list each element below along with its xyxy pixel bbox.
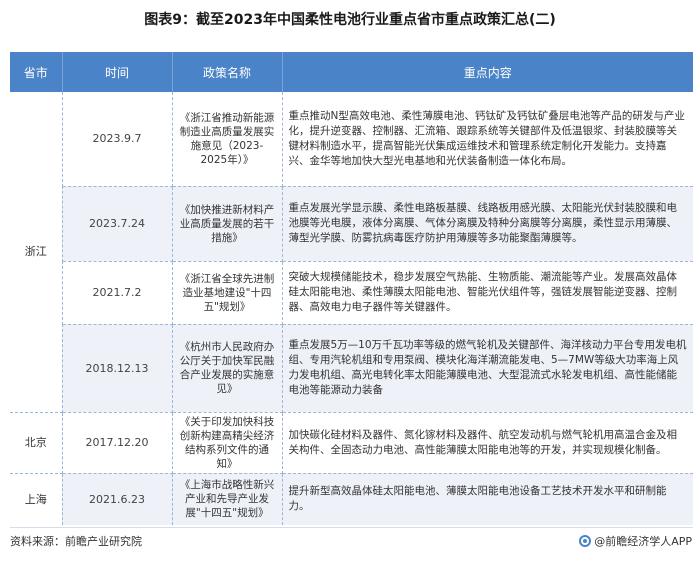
header-content: 重点内容 [282,52,693,92]
content-cell: 突破大规模储能技术，稳步发展空气热能、生物质能、潮流能等产业。发展高效晶体硅太阳… [282,261,693,325]
header-province: 省市 [10,52,63,92]
time-cell: 2017.12.20 [62,412,173,474]
table-row: 2018.12.13 《杭州市人民政府办公厅关于加快军民融合产业发展的实施意见》… [10,324,693,413]
province-cell: 浙江 [10,92,63,413]
content-cell: 加快碳化硅材料及器件、氮化镓材料及器件、航空发动机与燃气轮机用高温合金及相关构件… [282,412,693,474]
policy-table: 省市 时间 政策名称 重点内容 浙江 2023.9.7 《浙江省推动新能源制造业… [10,52,693,525]
policy-name-cell: 《浙江省全球先进制造业基地建设"十四五"规划》 [172,261,283,325]
content-cell: 重点发展光学显示膜、柔性电路板基膜、线路板用感光膜、太阳能光伏封装胶膜和电池膜等… [282,186,693,262]
header-time: 时间 [62,52,173,92]
policy-name-cell: 《关于印发加快科技创新构建高精尖经济结构系列文件的通知》 [172,412,283,474]
policy-table-container: 省市 时间 政策名称 重点内容 浙江 2023.9.7 《浙江省推动新能源制造业… [10,52,693,525]
header-policy: 政策名称 [172,52,283,92]
policy-name-cell: 《浙江省推动新能源制造业高质量发展实施意见（2023-2025年）》 [172,92,283,187]
time-cell: 2021.6.23 [62,473,173,525]
policy-name-cell: 《上海市战略性新兴产业和先导产业发展"十四五"规划》 [172,473,283,525]
province-cell: 上海 [10,473,63,525]
content-cell: 提升新型高效晶体硅太阳能电池、薄膜太阳能电池设备工艺技术开发水平和研制能力。 [282,473,693,525]
table-row: 北京 2017.12.20 《关于印发加快科技创新构建高精尖经济结构系列文件的通… [10,412,693,474]
time-cell: 2023.9.7 [62,92,173,187]
table-header-row: 省市 时间 政策名称 重点内容 [10,52,693,92]
chart-title: 图表9：截至2023年中国柔性电池行业重点省市重点政策汇总(二) [144,12,556,28]
province-cell: 北京 [10,412,63,474]
table-row: 2023.7.24 《加快推进新材料产业高质量发展的若干措施》 重点发展光学显示… [10,186,693,262]
time-cell: 2018.12.13 [62,324,173,413]
policy-name-cell: 《加快推进新材料产业高质量发展的若干措施》 [172,186,283,262]
policy-name-cell: 《杭州市人民政府办公厅关于加快军民融合产业发展的实施意见》 [172,324,283,413]
time-cell: 2023.7.24 [62,186,173,262]
time-cell: 2021.7.2 [62,261,173,325]
table-row: 上海 2021.6.23 《上海市战略性新兴产业和先导产业发展"十四五"规划》 … [10,473,693,525]
brand-text: @前瞻经济学人APP [594,535,692,548]
brand-logo-icon [579,535,592,547]
table-row: 2021.7.2 《浙江省全球先进制造业基地建设"十四五"规划》 突破大规模储能… [10,261,693,325]
brand-credit: @前瞻经济学人APP [579,533,692,549]
content-cell: 重点发展5万—10万千瓦功率等级的燃气轮机及关键部件、海洋核动力平台专用发电机组… [282,324,693,413]
content-cell: 重点推动N型高效电池、柔性薄膜电池、钙钛矿及钙钛矿叠层电池等产品的研发与产业化，… [282,92,693,187]
table-row: 浙江 2023.9.7 《浙江省推动新能源制造业高质量发展实施意见（2023-2… [10,92,693,413]
source-note: 资料来源：前瞻产业研究院 [10,535,142,548]
footer-divider [10,527,693,528]
